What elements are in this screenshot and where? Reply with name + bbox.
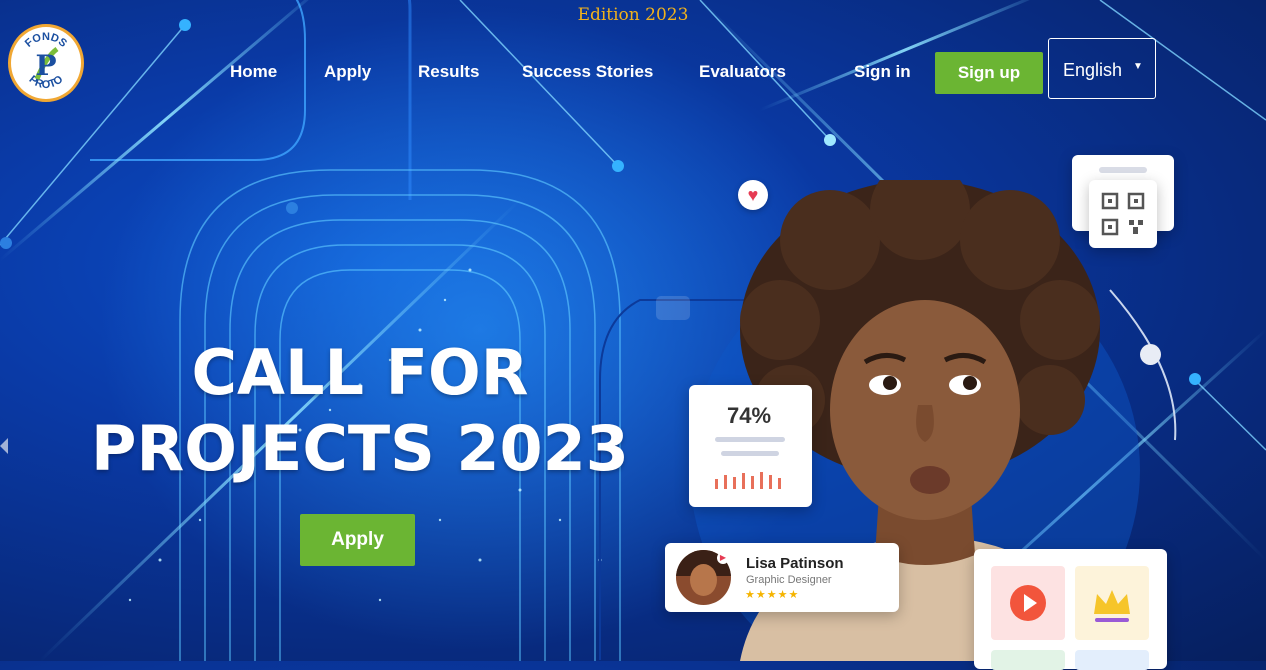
apps-card: [974, 549, 1167, 670]
crown-icon: [1075, 566, 1149, 640]
play-icon: [991, 566, 1065, 640]
rating-stars: ★★★★★: [745, 589, 800, 601]
progress-stat-card: 74%: [689, 385, 812, 507]
nav-evaluators[interactable]: Evaluators: [699, 62, 786, 82]
profile-role: Graphic Designer: [746, 574, 832, 586]
profile-card: ▶ Lisa Patinson Graphic Designer ★★★★★: [665, 543, 899, 612]
decorative-dot: [1140, 344, 1161, 365]
language-label: English: [1063, 60, 1123, 80]
edition-banner: Edition 2023: [577, 5, 689, 25]
nav-home[interactable]: Home: [230, 62, 277, 82]
nav-success-stories[interactable]: Success Stories: [522, 62, 653, 82]
hero-apply-button[interactable]: Apply: [300, 514, 415, 566]
avatar-badge-icon: ▶: [717, 552, 729, 564]
hero-title-line2: PROJECTS 2023: [91, 412, 629, 485]
svg-text:FONDS: FONDS: [23, 31, 69, 50]
chevron-down-icon: ▼: [1133, 61, 1143, 72]
profile-name: Lisa Patinson: [746, 555, 844, 572]
hero-title-line1: CALL FOR: [191, 336, 529, 409]
hero-title: CALL FOR PROJECTS 2023: [60, 335, 660, 487]
sign-in-link[interactable]: Sign in: [854, 62, 911, 82]
heart-icon: ♥: [738, 180, 768, 210]
nav-apply[interactable]: Apply: [324, 62, 371, 82]
qr-code-icon: [1089, 180, 1157, 248]
svg-text:P: P: [35, 49, 56, 82]
language-selector[interactable]: English ▼: [1048, 38, 1156, 99]
sign-up-button[interactable]: Sign up: [935, 52, 1043, 94]
nav-results[interactable]: Results: [418, 62, 479, 82]
mini-bar-chart: [715, 472, 781, 489]
logo-emblem: FONDS PROTO P: [23, 31, 69, 91]
progress-value: 74%: [727, 403, 772, 428]
site-logo[interactable]: FONDS PROTO P: [8, 24, 84, 102]
play-icon: [656, 296, 690, 320]
arrow-left-icon[interactable]: [0, 438, 8, 454]
